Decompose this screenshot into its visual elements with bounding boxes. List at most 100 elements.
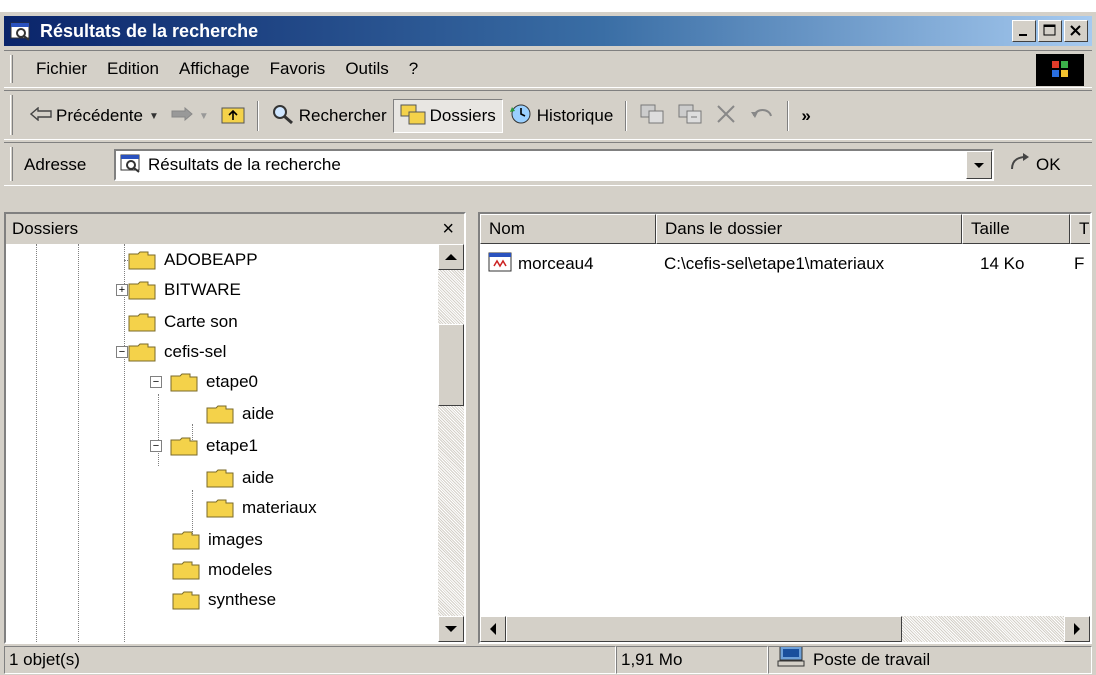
folder-icon <box>128 342 156 362</box>
folder-tree-scrollbar[interactable] <box>438 244 464 642</box>
address-label: Adresse <box>24 155 87 174</box>
menu-affichage[interactable]: Affichage <box>169 59 260 79</box>
minimize-button[interactable] <box>1012 20 1036 42</box>
back-dropdown-icon[interactable]: ▼ <box>149 111 159 122</box>
address-dropdown-button[interactable] <box>966 151 992 179</box>
scroll-down-button[interactable] <box>438 616 464 642</box>
go-button[interactable]: OK <box>1008 151 1061 178</box>
tree-item-label: etape1 <box>206 436 258 455</box>
copy-to-button[interactable] <box>671 99 709 133</box>
tree-item-label: BITWARE <box>164 280 241 299</box>
toolbar-separator <box>625 101 628 131</box>
folders-pane-header: Dossiers × <box>6 214 464 244</box>
delete-button[interactable] <box>709 99 743 133</box>
undo-button[interactable] <box>743 99 781 133</box>
toolbar-separator <box>256 101 259 131</box>
tree-item-materiaux[interactable]: materiaux <box>206 492 317 524</box>
history-button[interactable]: Historique <box>503 99 620 133</box>
forward-arrow-icon <box>171 106 193 126</box>
tree-item-label: materiaux <box>242 498 317 517</box>
expand-plus-icon[interactable]: + <box>116 284 128 296</box>
go-label: OK <box>1036 154 1061 174</box>
forward-dropdown-icon[interactable]: ▼ <box>199 111 209 122</box>
copy-to-icon <box>677 103 703 130</box>
folders-pane-title: Dossiers <box>12 219 79 238</box>
search-icon <box>271 103 295 130</box>
search-label: Rechercher <box>298 106 387 125</box>
close-button[interactable] <box>1064 20 1088 42</box>
title-bar[interactable]: Résultats de la recherche <box>4 16 1092 46</box>
tree-item-cefis-sel[interactable]: − cefis-sel <box>110 336 226 368</box>
column-header-name[interactable]: Nom <box>480 214 656 244</box>
column-header-folder[interactable]: Dans le dossier <box>656 214 962 244</box>
tree-item-modeles[interactable]: modeles <box>172 554 272 586</box>
back-button[interactable]: Précédente ▼ <box>24 99 165 133</box>
column-header-size[interactable]: Taille <box>962 214 1070 244</box>
tree-item-label: images <box>208 530 263 549</box>
table-row[interactable]: morceau4 C:\cefis-sel\etape1\materiaux 1… <box>480 248 1090 280</box>
tree-item-etape1[interactable]: − etape1 <box>144 430 258 462</box>
menu-help[interactable]: ? <box>399 59 428 79</box>
tree-item-aide[interactable]: aide <box>206 398 274 430</box>
tree-item-label: aide <box>242 404 275 423</box>
tree-item-bitware[interactable]: + BITWARE <box>110 274 241 306</box>
tree-item-label: modeles <box>208 560 273 579</box>
menu-favoris[interactable]: Favoris <box>260 59 336 79</box>
tree-item-aide[interactable]: aide <box>206 462 274 494</box>
folder-icon <box>206 498 234 518</box>
scroll-up-button[interactable] <box>438 244 464 270</box>
folders-pane: Dossiers × ADOBEAPP + BITWARE Carte son … <box>4 212 466 644</box>
delete-icon <box>715 103 737 130</box>
scroll-right-button[interactable] <box>1064 616 1090 642</box>
collapse-minus-icon[interactable]: − <box>150 440 162 452</box>
toolbar-grip[interactable] <box>10 95 13 135</box>
folders-icon <box>400 103 426 130</box>
tree-item-label: Carte son <box>164 312 238 331</box>
move-to-icon <box>639 103 665 130</box>
results-column-headers: Nom Dans le dossier Taille T <box>480 214 1090 244</box>
history-label: Historique <box>536 106 614 125</box>
folder-icon <box>128 250 156 270</box>
address-field[interactable]: Résultats de la recherche <box>114 149 994 181</box>
tree-guide <box>78 244 79 642</box>
menu-edition[interactable]: Edition <box>97 59 169 79</box>
folders-label: Dossiers <box>429 106 496 125</box>
toolbar-more-label: » <box>801 106 811 125</box>
folder-icon <box>170 436 198 456</box>
forward-button[interactable]: ▼ <box>165 99 215 133</box>
menu-bar: Fichier Edition Affichage Favoris Outils… <box>4 50 1092 88</box>
scroll-left-button[interactable] <box>480 616 506 642</box>
maximize-button[interactable] <box>1038 20 1062 42</box>
folders-pane-close-button[interactable]: × <box>442 214 454 244</box>
tree-item-adobeapp[interactable]: ADOBEAPP <box>124 244 258 276</box>
tree-item-etape0[interactable]: − etape0 <box>144 366 258 398</box>
tree-item-carte-son[interactable]: Carte son <box>128 306 238 338</box>
collapse-minus-icon[interactable]: − <box>116 346 128 358</box>
undo-icon <box>749 104 775 129</box>
results-horizontal-scrollbar[interactable] <box>480 616 1090 642</box>
address-grip[interactable] <box>10 147 13 181</box>
column-header-type[interactable]: T <box>1070 214 1090 244</box>
up-folder-button[interactable] <box>215 99 251 133</box>
toolbar-more-button[interactable]: » <box>795 99 816 133</box>
menu-fichier[interactable]: Fichier <box>26 59 97 79</box>
scroll-thumb[interactable] <box>506 616 902 642</box>
menu-grip[interactable] <box>10 55 13 83</box>
windows-logo-icon <box>1036 54 1084 86</box>
tree-item-synthese[interactable]: synthese <box>172 584 276 616</box>
result-size: 14 Ko <box>980 254 1025 273</box>
tree-item-label: aide <box>242 468 275 487</box>
address-bar: Adresse Résultats de la recherche OK <box>4 142 1092 186</box>
folders-button[interactable]: Dossiers <box>392 99 503 133</box>
tree-item-label: synthese <box>208 590 277 609</box>
tree-item-images[interactable]: images <box>172 524 263 556</box>
search-button[interactable]: Rechercher <box>265 99 393 133</box>
move-to-button[interactable] <box>633 99 671 133</box>
back-label: Précédente <box>56 106 143 125</box>
menu-outils[interactable]: Outils <box>335 59 398 79</box>
audio-file-icon <box>488 252 512 277</box>
folder-icon <box>172 530 200 550</box>
folder-icon <box>172 560 200 580</box>
collapse-minus-icon[interactable]: − <box>150 376 162 388</box>
scroll-thumb[interactable] <box>438 324 464 406</box>
